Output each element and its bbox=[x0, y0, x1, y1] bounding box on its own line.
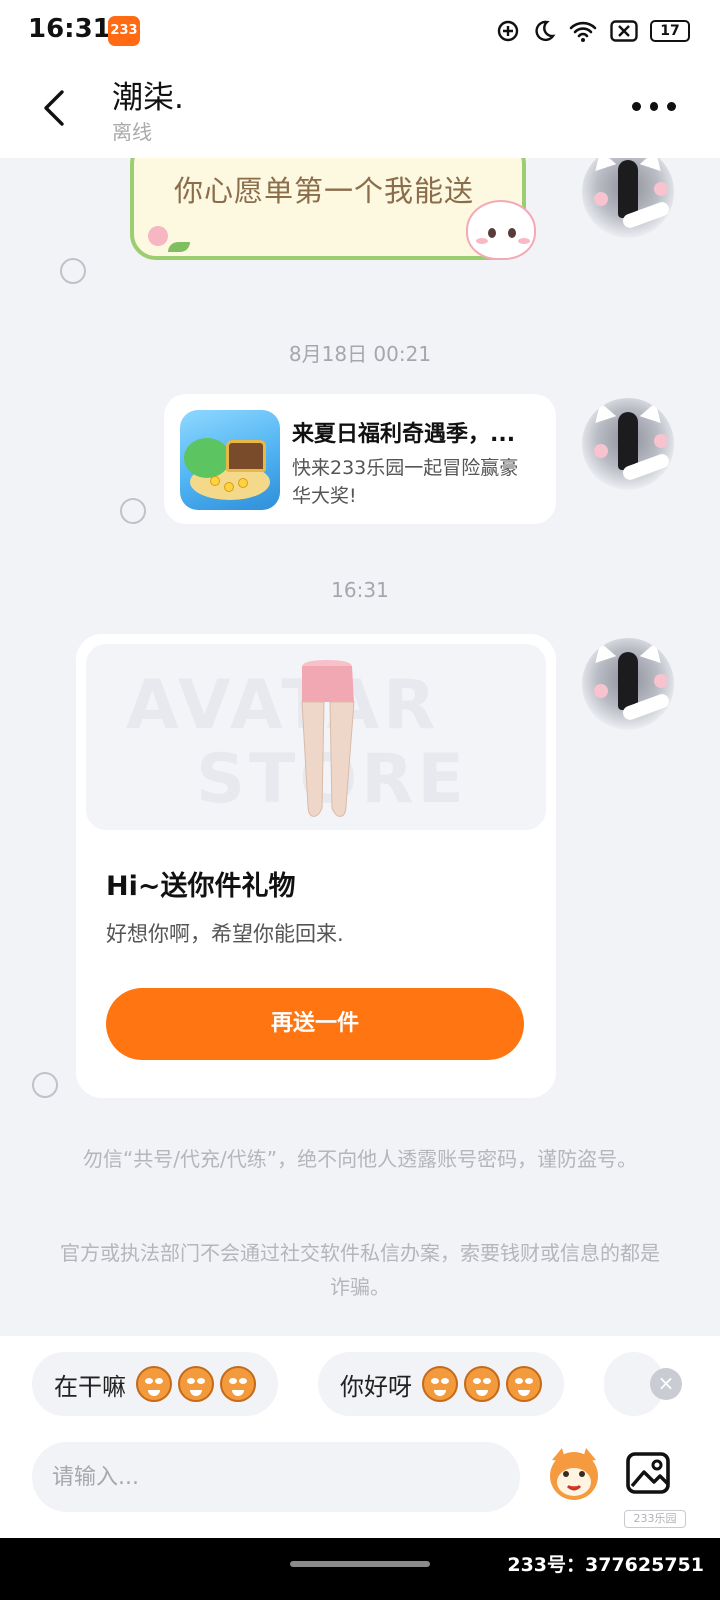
avatar[interactable] bbox=[582, 638, 674, 730]
leaf-decoration bbox=[168, 242, 190, 252]
message-input[interactable] bbox=[32, 1442, 520, 1512]
quick-reply-chip[interactable]: 你好呀 bbox=[318, 1352, 564, 1416]
image-picker-icon[interactable] bbox=[624, 1448, 674, 1498]
status-time: 16:31 bbox=[28, 14, 111, 44]
mascot-emoji-button[interactable] bbox=[544, 1444, 604, 1504]
message-list[interactable]: 你心愿单第一个我能送 8月18日 00:21 来夏日福利奇遇季，... 快来23… bbox=[0, 158, 720, 1358]
smiling-cat-emoji-icon bbox=[464, 1366, 500, 1402]
dot-icon bbox=[667, 101, 677, 111]
gift-card-message[interactable]: AVATAR STORE Hi~送你件礼物 好想你啊，希望你能回来. 再送一件 bbox=[76, 634, 556, 1098]
avatar[interactable] bbox=[582, 158, 674, 238]
fraud-notice: 官方或执法部门不会通过社交软件私信办案，索要钱财或信息的都是诈骗。 bbox=[60, 1241, 660, 1299]
send-another-gift-button[interactable]: 再送一件 bbox=[106, 988, 524, 1060]
grinning-cat-emoji-icon bbox=[178, 1366, 214, 1402]
timestamp: 8月18日 00:21 bbox=[288, 342, 432, 366]
wish-sticker-text: 你心愿单第一个我能送 bbox=[174, 174, 475, 208]
dot-icon bbox=[632, 101, 641, 111]
leggings-gift-icon bbox=[301, 660, 355, 817]
select-checkbox[interactable] bbox=[120, 498, 146, 524]
composer-panel: 在干嘛 你好呀 × 233乐园 bbox=[0, 1336, 720, 1538]
smiling-cat-emoji-icon bbox=[422, 1366, 458, 1402]
smiling-cat-emoji-icon bbox=[506, 1366, 542, 1402]
system-icons: 17 bbox=[496, 16, 690, 46]
sim-x-icon bbox=[610, 20, 638, 42]
system-navigation-bar: 233号：377625751 bbox=[0, 1538, 720, 1600]
security-notice: 勿信“共号/代充/代练”，绝不向他人透露账号密码，谨防盗号。 bbox=[82, 1147, 638, 1171]
battery-icon: 17 bbox=[650, 20, 690, 42]
cat-mascot-icon bbox=[466, 200, 536, 260]
grinning-cat-emoji-icon bbox=[136, 1366, 172, 1402]
moon-icon bbox=[535, 20, 556, 42]
wish-sticker-message[interactable]: 你心愿单第一个我能送 bbox=[130, 158, 536, 260]
link-card-description: 快来233乐园一起冒险赢豪华大奖! bbox=[292, 457, 519, 507]
dot-icon bbox=[649, 101, 659, 111]
avatar[interactable] bbox=[582, 398, 674, 490]
wifi-icon bbox=[569, 21, 597, 42]
chat-header: 潮柒. 离线 bbox=[0, 62, 720, 158]
flower-decoration bbox=[148, 226, 168, 246]
quick-reply-chip[interactable]: 在干嘛 bbox=[32, 1352, 278, 1416]
link-card-message[interactable]: 来夏日福利奇遇季，... 快来233乐园一起冒险赢豪华大奖! bbox=[164, 394, 556, 524]
gift-card-title: Hi~送你件礼物 bbox=[106, 871, 296, 902]
select-checkbox[interactable] bbox=[32, 1072, 58, 1098]
gift-card-description: 好想你啊，希望你能回来. bbox=[106, 922, 344, 946]
status-bar: 16:31 233 17 bbox=[0, 0, 720, 62]
app-logo: 233乐园 bbox=[624, 1510, 686, 1528]
link-card-title: 来夏日福利奇遇季，... bbox=[292, 422, 516, 447]
more-options-button[interactable] bbox=[632, 96, 677, 116]
online-status: 离线 bbox=[112, 120, 152, 144]
grinning-cat-emoji-icon bbox=[220, 1366, 256, 1402]
app-notification-icon: 233 bbox=[108, 16, 140, 46]
select-checkbox[interactable] bbox=[60, 258, 86, 284]
chat-title: 潮柒. bbox=[112, 80, 184, 116]
timestamp: 16:31 bbox=[331, 578, 389, 602]
data-saver-icon bbox=[497, 20, 519, 42]
back-button[interactable] bbox=[36, 86, 72, 130]
avatar-store-watermark: AVATAR bbox=[126, 666, 440, 745]
quick-reply-text: 你好呀 bbox=[340, 1372, 412, 1401]
home-indicator[interactable] bbox=[290, 1561, 430, 1567]
close-quick-replies-icon[interactable]: × bbox=[650, 1368, 682, 1400]
quick-reply-text: 在干嘛 bbox=[54, 1372, 126, 1401]
gift-banner: AVATAR STORE bbox=[86, 644, 546, 830]
account-id-watermark: 233号：377625751 bbox=[507, 1554, 704, 1576]
treasure-island-icon bbox=[180, 410, 280, 510]
